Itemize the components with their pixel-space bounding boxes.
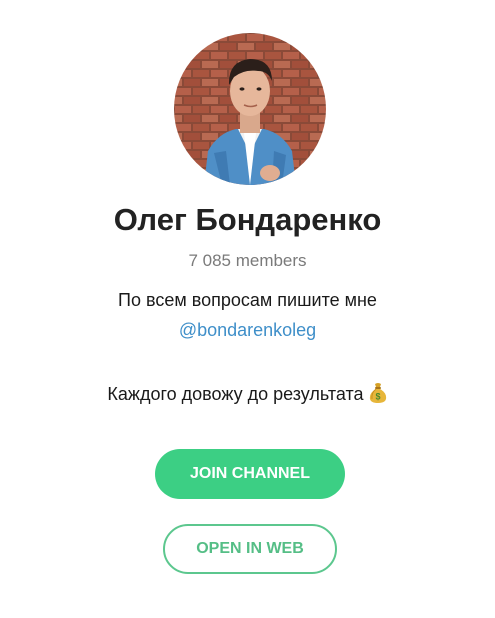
channel-preview-card: Олег Бондаренко 7 085 members По всем во… (0, 0, 495, 618)
username-link[interactable]: @bondarenkoleg (0, 320, 495, 341)
channel-avatar (174, 33, 326, 185)
join-channel-button[interactable]: JOIN CHANNEL (155, 449, 345, 499)
description-text: Каждого довожу до результата (107, 384, 364, 404)
channel-title: Олег Бондаренко (113, 202, 382, 237)
description-line-2: Каждого довожу до результата $ (0, 382, 495, 409)
money-bag-icon: $ (368, 382, 388, 409)
description-line: По всем вопросам пишите мне (118, 290, 377, 310)
members-count: 7 085 members (188, 251, 307, 270)
svg-text:$: $ (375, 392, 380, 402)
avatar-photo (174, 33, 326, 185)
open-in-web-button[interactable]: OPEN IN WEB (163, 524, 337, 574)
